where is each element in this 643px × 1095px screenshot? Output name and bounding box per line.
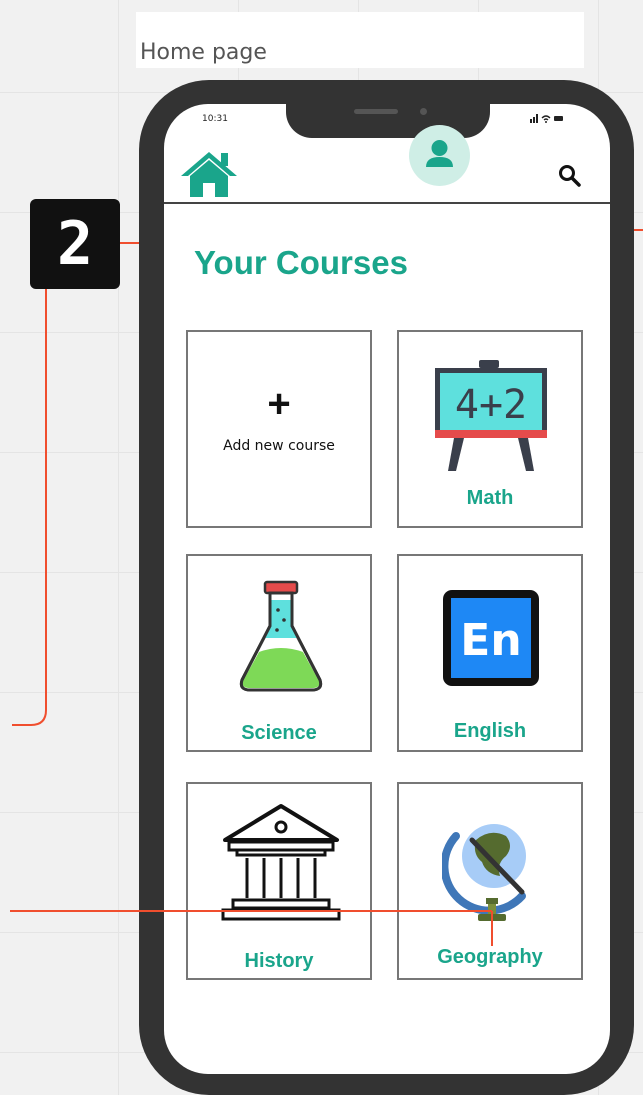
phone-frame: 10:31 Your Courses + Add new course 4+2 … (139, 80, 634, 1095)
course-card-geography[interactable]: Geography (397, 782, 583, 980)
frame-title: Home page (140, 40, 267, 65)
status-icons (530, 113, 564, 125)
course-card-science[interactable]: Science (186, 554, 372, 752)
add-course-card[interactable]: + Add new course (186, 330, 372, 528)
english-badge-text: En (460, 615, 521, 666)
course-label-math: Math (466, 487, 514, 509)
frame-label: Home page (136, 12, 584, 68)
course-card-english[interactable]: En English (397, 554, 583, 752)
add-course-label: Add new course (223, 438, 335, 454)
home-icon[interactable] (180, 149, 238, 199)
course-card-history[interactable]: History (186, 782, 372, 980)
board-text: 4+2 (455, 382, 527, 428)
plus-icon: + (267, 382, 291, 426)
signal-wifi-battery-icon (530, 114, 563, 123)
speaker-grille (354, 109, 398, 114)
user-icon (426, 140, 453, 167)
phone-screen: 10:31 Your Courses + Add new course 4+2 … (164, 104, 610, 1074)
front-camera (420, 108, 427, 115)
course-label-english: English (453, 720, 527, 742)
flask-icon (239, 580, 323, 692)
page-title: Your Courses (194, 244, 408, 281)
app-header (164, 142, 610, 204)
course-label-history: History (244, 950, 314, 972)
course-label-geography: Geography (437, 946, 543, 968)
course-card-math[interactable]: 4+2 Math (397, 330, 583, 528)
museum-icon (221, 804, 341, 921)
globe-icon (442, 824, 526, 921)
course-label-science: Science (241, 722, 317, 744)
chalkboard-icon: 4+2 (435, 360, 547, 471)
status-time: 10:31 (202, 114, 228, 124)
search-icon[interactable] (557, 163, 581, 187)
step-number: 2 (56, 209, 94, 279)
step-number-badge: 2 (30, 199, 120, 289)
profile-avatar[interactable] (409, 125, 470, 186)
english-icon: En (443, 590, 539, 686)
